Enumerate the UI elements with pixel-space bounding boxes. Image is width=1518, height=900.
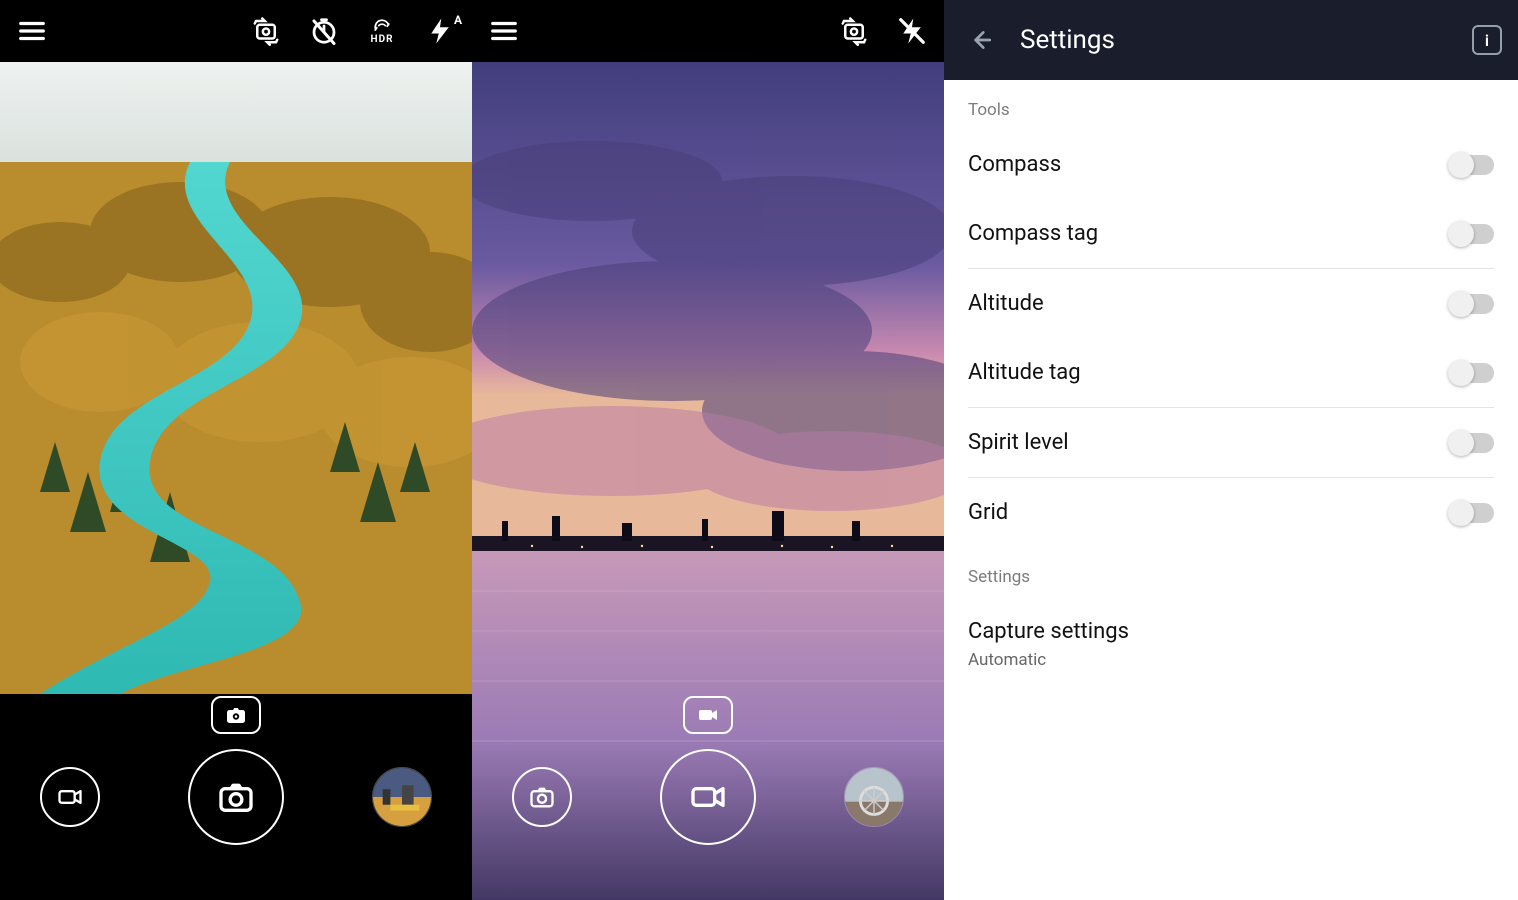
switch-camera-icon <box>839 16 869 46</box>
switch-compass-tag[interactable] <box>1450 224 1494 244</box>
setting-row-capture-settings[interactable]: Capture settings Automatic <box>944 597 1518 692</box>
back-button[interactable] <box>960 20 1000 60</box>
menu-icon <box>489 16 519 46</box>
switch-altitude-tag[interactable] <box>1450 363 1494 383</box>
video-icon <box>688 777 728 817</box>
setting-label: Altitude tag <box>968 360 1081 385</box>
switch-spirit-level[interactable] <box>1450 433 1494 453</box>
hdr-button[interactable]: HDR <box>362 11 402 51</box>
setting-row-grid[interactable]: Grid <box>944 478 1518 547</box>
record-button[interactable] <box>660 749 756 845</box>
switch-to-video-button[interactable] <box>40 767 100 827</box>
timer-button[interactable] <box>304 11 344 51</box>
setting-label: Capture settings <box>968 619 1129 644</box>
setting-row-altitude[interactable]: Altitude <box>944 269 1518 338</box>
page-title: Settings <box>1020 25 1452 55</box>
gallery-thumbnail[interactable] <box>844 767 904 827</box>
settings-header: Settings i <box>944 0 1518 80</box>
flash-auto-icon <box>425 16 455 46</box>
menu-icon <box>17 16 47 46</box>
flash-mode-label: A <box>454 13 462 27</box>
camera-video-topbar <box>472 0 944 62</box>
settings-body[interactable]: Tools Compass Compass tag Altitude Altit… <box>944 80 1518 900</box>
camera-video-screen <box>472 0 944 900</box>
switch-to-photo-button[interactable] <box>512 767 572 827</box>
switch-compass[interactable] <box>1450 155 1494 175</box>
setting-row-spirit-level[interactable]: Spirit level <box>944 408 1518 477</box>
switch-camera-button[interactable] <box>246 11 286 51</box>
setting-label: Altitude <box>968 291 1044 316</box>
camera-photo-screen: HDR A <box>0 0 472 900</box>
menu-button[interactable] <box>484 11 524 51</box>
switch-grid[interactable] <box>1450 503 1494 523</box>
flash-off-icon <box>897 16 927 46</box>
switch-camera-button[interactable] <box>834 11 874 51</box>
info-button[interactable]: i <box>1472 25 1502 55</box>
switch-altitude[interactable] <box>1450 294 1494 314</box>
settings-screen: Settings i Tools Compass Compass tag Alt… <box>944 0 1518 900</box>
setting-row-compass[interactable]: Compass <box>944 130 1518 199</box>
flash-button[interactable]: A <box>420 11 460 51</box>
video-fill-icon <box>696 703 720 727</box>
camera-icon <box>216 777 256 817</box>
setting-row-altitude-tag[interactable]: Altitude tag <box>944 338 1518 407</box>
setting-label: Compass tag <box>968 221 1098 246</box>
camera-fill-icon <box>224 703 248 727</box>
timer-off-icon <box>309 16 339 46</box>
camera-icon <box>528 783 556 811</box>
shutter-button[interactable] <box>188 749 284 845</box>
back-icon <box>967 27 993 53</box>
gallery-thumbnail[interactable] <box>372 767 432 827</box>
setting-label: Grid <box>968 500 1008 525</box>
info-icon: i <box>1485 31 1489 50</box>
flash-button[interactable] <box>892 11 932 51</box>
mode-indicator-video[interactable] <box>683 696 733 734</box>
menu-button[interactable] <box>12 11 52 51</box>
setting-label: Spirit level <box>968 430 1069 455</box>
camera-photo-topbar: HDR A <box>0 0 472 62</box>
viewfinder-photo[interactable] <box>0 62 472 694</box>
section-label-settings: Settings <box>944 547 1518 597</box>
setting-label: Compass <box>968 152 1061 177</box>
mode-indicator-photo[interactable] <box>211 696 261 734</box>
hdr-label: HDR <box>371 34 394 45</box>
video-icon <box>56 783 84 811</box>
setting-value: Automatic <box>968 650 1129 670</box>
setting-row-compass-tag[interactable]: Compass tag <box>944 199 1518 268</box>
switch-camera-icon <box>251 16 281 46</box>
section-label-tools: Tools <box>944 80 1518 130</box>
